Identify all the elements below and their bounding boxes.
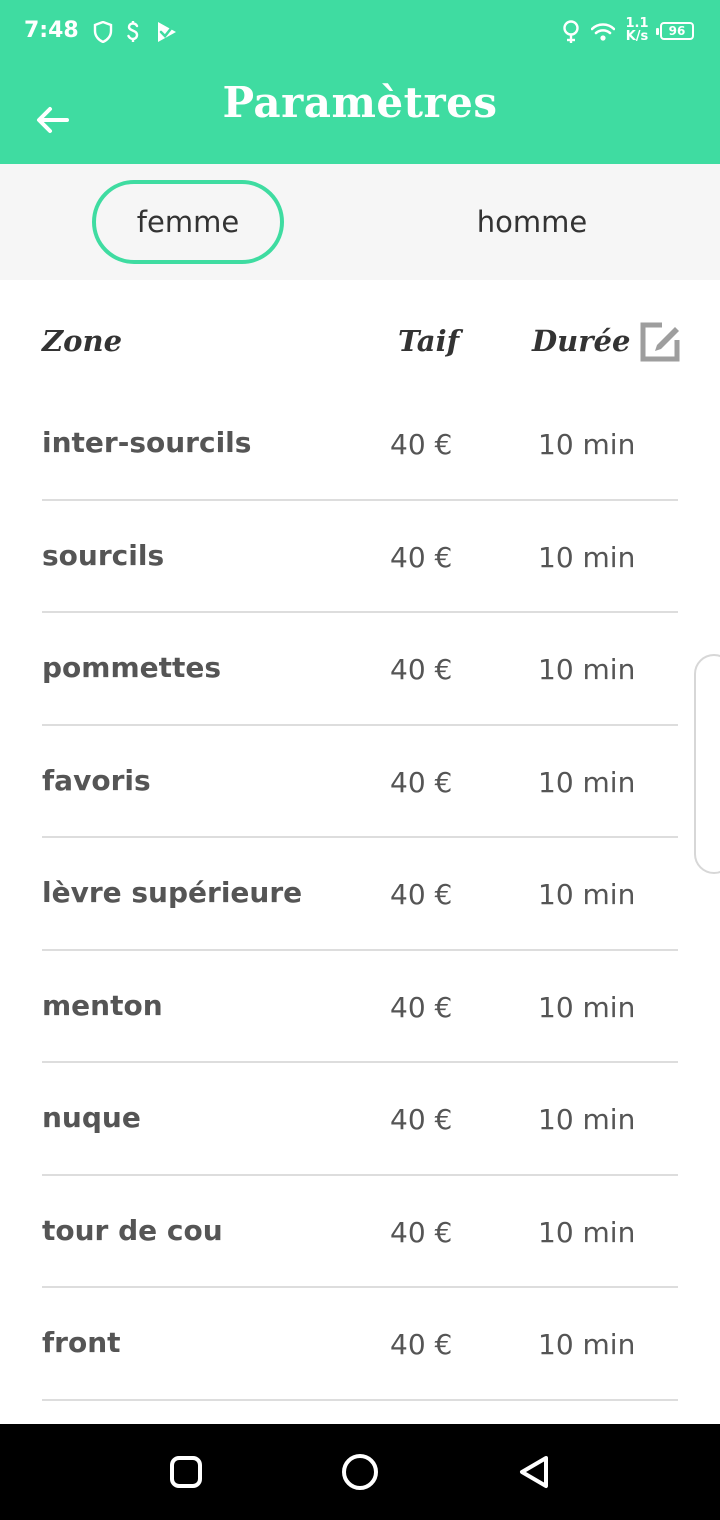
system-back-button[interactable] — [510, 1448, 558, 1496]
gender-tabs: femme homme — [0, 164, 720, 280]
recents-button[interactable] — [162, 1448, 210, 1496]
zone-name: tour de cou — [42, 1213, 223, 1247]
table-row[interactable]: sourcils 40 € 10 min — [0, 501, 720, 613]
dollar-icon — [124, 18, 142, 46]
column-header-tarif: Taif — [398, 324, 460, 358]
zone-price: 40 € — [390, 653, 453, 686]
table-row[interactable]: lèvre supérieure 40 € 10 min — [0, 838, 720, 951]
zone-price: 40 € — [390, 428, 453, 461]
home-circle-icon — [342, 1454, 378, 1490]
network-speed-unit: K/s — [625, 29, 649, 44]
shield-icon — [92, 18, 114, 46]
back-triangle-icon — [520, 1456, 548, 1488]
app-header: 7:48 1.1 K/s 96 Paramètres — [0, 0, 720, 164]
zone-name: front — [42, 1326, 121, 1359]
column-header-duree: Durée — [532, 324, 631, 358]
battery-indicator: 96 — [656, 22, 694, 40]
zone-price: 40 € — [390, 1103, 453, 1136]
play-check-icon — [154, 18, 180, 46]
wifi-icon — [590, 18, 616, 46]
zone-name: lèvre supérieure — [42, 876, 303, 909]
column-header-zone: Zone — [42, 324, 123, 358]
zone-duration: 10 min — [538, 653, 636, 686]
zone-price: 40 € — [390, 765, 453, 799]
zone-price: 40 € — [390, 540, 453, 574]
zone-duration: 10 min — [538, 540, 636, 574]
table-header: Zone Taif Durée — [0, 310, 720, 380]
zone-duration: 10 min — [538, 1328, 636, 1361]
side-panel-handle[interactable] — [694, 654, 720, 874]
zone-duration: 10 min — [538, 990, 636, 1024]
zone-price: 40 € — [390, 878, 453, 911]
table-row[interactable]: menton 40 € 10 min — [0, 951, 720, 1063]
zone-price: 40 € — [390, 1215, 453, 1249]
zone-price: 40 € — [390, 1328, 453, 1361]
table-row[interactable]: favoris 40 € 10 min — [0, 726, 720, 838]
zone-name: inter-sourcils — [42, 426, 252, 459]
table-row[interactable]: nuque 40 € 10 min — [0, 1063, 720, 1176]
tab-homme[interactable]: homme — [436, 180, 628, 264]
recents-square-icon — [170, 1456, 202, 1488]
zone-price: 40 € — [390, 990, 453, 1024]
edit-icon[interactable] — [638, 320, 682, 364]
location-icon — [560, 18, 582, 46]
zone-duration: 10 min — [538, 878, 636, 911]
zone-duration: 10 min — [538, 1215, 636, 1249]
table-row[interactable]: front 40 € 10 min — [0, 1288, 720, 1401]
page-title: Paramètres — [222, 78, 498, 127]
status-time: 7:48 — [24, 18, 79, 43]
table-row[interactable]: pommettes 40 € 10 min — [0, 613, 720, 726]
zone-name: sourcils — [42, 538, 165, 572]
home-button[interactable] — [336, 1448, 384, 1496]
tab-femme[interactable]: femme — [92, 180, 284, 264]
zone-name: nuque — [42, 1101, 141, 1134]
zone-list: inter-sourcils 40 € 10 min sourcils 40 €… — [0, 388, 720, 1401]
network-speed: 1.1 K/s — [622, 17, 652, 43]
table-row[interactable]: tour de cou 40 € 10 min — [0, 1176, 720, 1288]
system-nav-bar — [0, 1424, 720, 1520]
row-divider — [42, 1398, 678, 1401]
zone-name: pommettes — [42, 651, 222, 684]
zone-name: menton — [42, 988, 163, 1022]
table-row[interactable]: inter-sourcils 40 € 10 min — [0, 388, 720, 501]
zone-duration: 10 min — [538, 765, 636, 799]
zone-duration: 10 min — [538, 428, 636, 461]
status-bar: 7:48 1.1 K/s 96 — [0, 0, 720, 64]
zone-name: favoris — [42, 763, 151, 797]
zone-duration: 10 min — [538, 1103, 636, 1136]
